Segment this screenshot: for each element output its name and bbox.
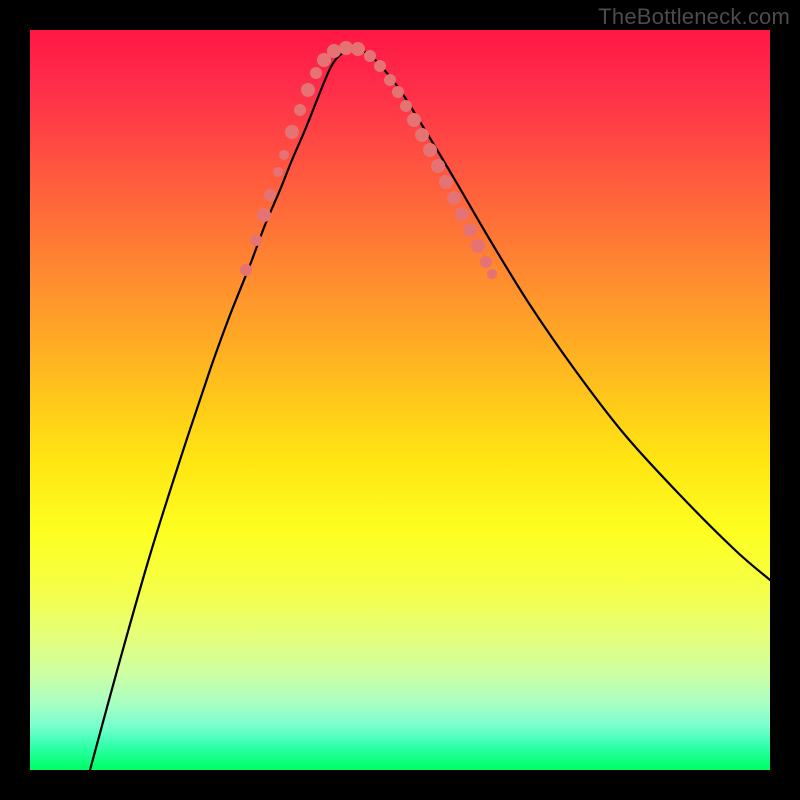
curve-marker-dot [339, 41, 353, 55]
curve-marker-dot [257, 208, 271, 222]
curve-marker-dot [439, 175, 453, 189]
curve-marker-dot [279, 150, 289, 160]
curve-marker-dot [415, 128, 429, 142]
curve-marker-dot [480, 256, 492, 268]
curve-marker-dot [431, 159, 445, 173]
curve-marker-dot [487, 269, 497, 279]
curve-marker-dot [301, 83, 315, 97]
curve-marker-dot [285, 125, 299, 139]
curve-marker-dot [384, 74, 396, 86]
bottleneck-curve [90, 50, 770, 770]
curve-markers [240, 41, 497, 279]
curve-marker-dot [351, 42, 365, 56]
curve-marker-dot [294, 104, 306, 116]
curve-marker-dot [250, 234, 262, 246]
curve-marker-dot [310, 67, 322, 79]
curve-marker-dot [471, 239, 485, 253]
curve-marker-dot [327, 44, 341, 58]
curve-marker-dot [400, 100, 412, 112]
curve-marker-dot [407, 113, 421, 127]
curve-marker-dot [455, 207, 469, 221]
curve-marker-dot [392, 86, 404, 98]
curve-marker-dot [374, 60, 386, 72]
watermark-text: TheBottleneck.com [598, 4, 790, 30]
plot-area [30, 30, 770, 770]
chart-frame: TheBottleneck.com [0, 0, 800, 800]
curve-marker-dot [364, 50, 376, 62]
curve-marker-dot [240, 264, 252, 276]
curve-marker-dot [447, 191, 461, 205]
curve-marker-dot [463, 223, 477, 237]
curve-layer [30, 30, 770, 770]
curve-marker-dot [423, 143, 437, 157]
curve-marker-dot [273, 167, 283, 177]
curve-marker-dot [264, 189, 276, 201]
